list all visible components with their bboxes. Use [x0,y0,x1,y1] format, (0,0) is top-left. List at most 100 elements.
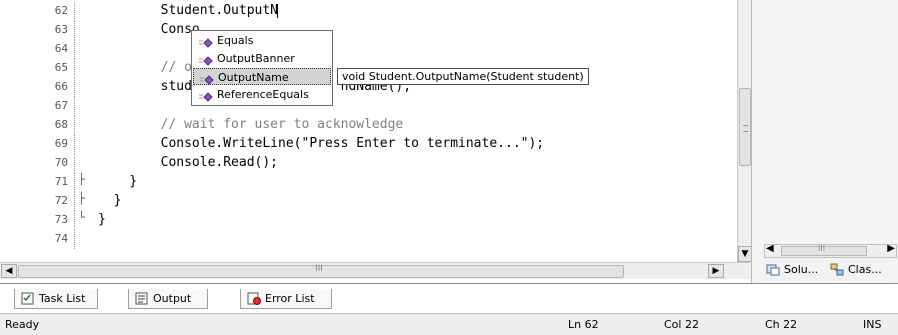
fold-guide: ├ [78,173,85,186]
code-text: // ou [98,60,200,75]
line-margin [74,192,76,211]
line-margin [74,211,76,230]
code-line[interactable]: 73 └} [0,211,737,230]
intellisense-item-label: OutputBanner [217,52,295,65]
scroll-down-button[interactable]: ▼ [738,246,752,262]
tab-class-view-label: Clas... [848,263,882,276]
line-margin [74,97,76,116]
tab-task-list[interactable]: Task List [14,289,98,309]
code-text: Conso [98,22,200,37]
horizontal-scroll-grip: III [315,264,323,274]
scroll-left-button[interactable]: ◀ [1,264,17,278]
right-pane-scroll-thumb[interactable]: III [781,244,867,256]
method-icon [199,36,213,48]
method-icon [199,54,213,66]
status-column: Col 22 [664,318,699,331]
code-line[interactable]: 74 [0,230,737,249]
code-text: } [98,212,106,227]
tab-solution-explorer-label: Solu... [784,263,819,276]
method-icon [200,73,214,85]
task-list-icon [21,292,35,305]
tab-task-list-label: Task List [39,292,86,305]
line-number: 70 [54,156,68,169]
code-text: } [98,174,138,189]
solution-explorer-icon [766,263,780,276]
status-insert-mode: INS [863,318,882,331]
line-number: 64 [54,42,68,55]
code-line[interactable]: 72 ├ } [0,192,737,211]
line-number: 65 [54,61,68,74]
output-icon [135,292,149,305]
code-text: } [98,193,122,208]
line-margin [74,135,76,154]
code-text: Student.OutputN [98,3,279,18]
tab-error-list[interactable]: Error List [240,289,332,309]
horizontal-scroll-thumb[interactable]: III [18,264,624,278]
horizontal-scrollbar[interactable]: ◀ III ▶ [0,262,751,279]
line-margin [74,116,76,135]
scroll-right-button[interactable]: ▶ [708,264,724,278]
error-list-icon [247,292,261,305]
code-text: // wait for user to acknowledge [98,117,404,132]
line-number: 69 [54,137,68,150]
line-number: 66 [54,80,68,93]
fold-guide: ├ [78,192,85,205]
vertical-scroll-thumb[interactable] [739,88,751,166]
code-editor[interactable]: 62 Student.OutputN 63 Conso 64 65 // ou 66 s… [0,0,737,262]
code-line[interactable]: 68 // wait for user to acknowledge [0,116,737,135]
line-number: 72 [54,194,68,207]
method-icon [199,90,213,102]
line-margin [74,154,76,173]
code-line[interactable]: 70 Console.Read(); [0,154,737,173]
intellisense-item[interactable]: OutputBanner [193,50,331,67]
right-pane-scroll-grip: III [818,244,826,253]
intellisense-item[interactable]: Equals [193,32,331,49]
code-line[interactable]: 69 Console.WriteLine("Press Enter to ter… [0,135,737,154]
line-margin [74,78,76,97]
tab-output[interactable]: Output [128,289,208,309]
right-pane-scroll-right[interactable]: ▶ [887,243,895,254]
vertical-scrollbar[interactable]: ▼ [737,0,752,262]
line-margin [74,230,76,249]
line-number: 73 [54,213,68,226]
bottom-tool-tabs: Task List Output Error List [0,283,898,314]
tab-solution-explorer[interactable]: Solu... [762,260,824,281]
code-line[interactable]: 62 Student.OutputN [0,2,737,21]
intellisense-item-label: OutputName [218,71,289,84]
line-number: 62 [54,4,68,17]
text-caret [277,4,279,18]
code-text: Console.WriteLine("Press Enter to termin… [98,136,545,151]
line-number: 74 [54,232,68,245]
tab-error-list-label: Error List [265,292,315,305]
tab-class-view[interactable]: Clas... [826,260,888,281]
line-margin [74,40,76,59]
status-line: Ln 62 [568,318,599,331]
intellisense-item-label: Equals [217,34,254,47]
code-line[interactable]: 67 [0,97,737,116]
intellisense-list[interactable]: Equals OutputBanner OutputName ReferenceEqu… [191,30,333,106]
line-margin [74,59,76,78]
right-pane-scrollbar[interactable]: ◀ III ▶ [764,243,897,258]
fold-guide: └ [78,211,85,224]
line-margin [74,2,76,21]
status-bar: Ready Ln 62 Col 22 Ch 22 INS [0,313,898,335]
code-text: Console.Read(); [98,155,279,170]
line-margin [74,173,76,192]
class-view-icon [830,263,844,276]
line-number: 67 [54,99,68,112]
right-pane-scroll-left[interactable]: ◀ [766,243,774,254]
code-line[interactable]: 63 Conso [0,21,737,40]
code-line[interactable]: 64 [0,40,737,59]
intellisense-item[interactable]: ReferenceEquals [193,86,331,103]
code-line[interactable]: 71 ├ } [0,173,737,192]
status-ready: Ready [5,318,40,331]
quickinfo-tooltip: void Student.OutputName(Student student) [337,68,589,85]
line-number: 63 [54,23,68,36]
line-number: 71 [54,175,68,188]
right-tool-pane: ◀ III ▶ Solu... Clas... [751,0,898,283]
line-margin [74,21,76,40]
status-char: Ch 22 [765,318,798,331]
line-number: 68 [54,118,68,131]
intellisense-item-label: ReferenceEquals [217,88,309,101]
intellisense-item[interactable]: OutputName [193,68,331,85]
